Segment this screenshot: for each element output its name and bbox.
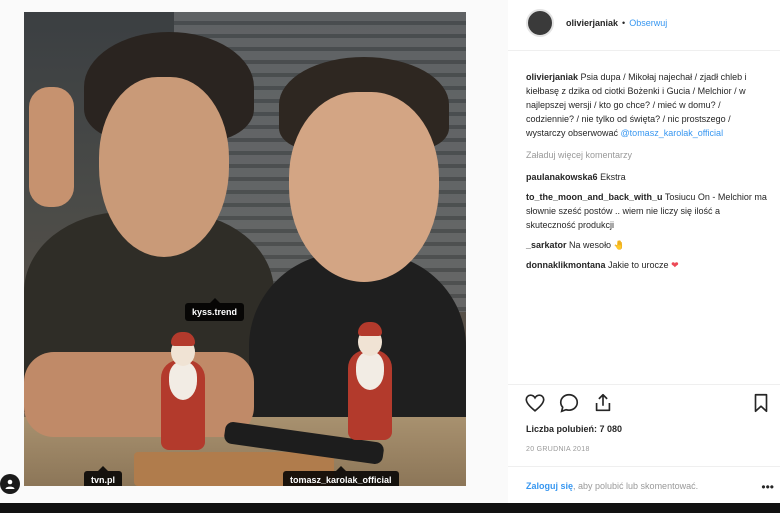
person-right-face xyxy=(289,92,439,282)
header-divider xyxy=(508,50,780,51)
header-separator: • xyxy=(622,18,626,28)
login-prompt-text: , aby polubić lub skomentować. xyxy=(573,481,699,491)
caption-username[interactable]: olivierjaniak xyxy=(526,72,578,82)
comment-text: Na wesoło xyxy=(569,240,612,250)
comments-section: olivierjaniak Psia dupa / Mikołaj najech… xyxy=(526,70,771,278)
comment-item: _sarkator Na wesoło 🤚 xyxy=(526,238,771,252)
photo-tag[interactable]: kyss.trend xyxy=(185,298,245,321)
person-left-hand xyxy=(29,87,74,207)
share-arrow-icon[interactable] xyxy=(592,392,614,414)
caption: olivierjaniak Psia dupa / Mikołaj najech… xyxy=(526,70,771,140)
header-username[interactable]: olivierjaniak xyxy=(566,18,618,28)
chocolate-santa-left xyxy=(161,332,205,450)
photo-tag[interactable]: tvn.pl xyxy=(84,466,122,486)
post-date: 20 GRUDNIA 2018 xyxy=(526,446,590,453)
bottom-bar xyxy=(0,503,780,513)
tagged-users-icon[interactable] xyxy=(0,474,20,494)
comment-item: to_the_moon_and_back_with_u Tosiucu On -… xyxy=(526,190,771,232)
follow-button[interactable]: Obserwuj xyxy=(629,18,667,28)
login-divider xyxy=(508,466,780,467)
person-left-face xyxy=(99,77,229,257)
avatar[interactable] xyxy=(526,9,554,37)
comment-text: Ekstra xyxy=(600,172,626,182)
post-side-panel: olivierjaniak • Obserwuj olivierjaniak P… xyxy=(508,0,780,513)
person-left-arm xyxy=(24,352,254,437)
like-count[interactable]: Liczba polubień: 7 080 xyxy=(526,424,622,434)
comment-username[interactable]: donnaklikmontana xyxy=(526,260,606,270)
instagram-post-frame: kyss.trend tvn.pl tomasz_karolak_officia… xyxy=(0,0,780,513)
comment-username[interactable]: to_the_moon_and_back_with_u xyxy=(526,192,663,202)
comment-emoji: ❤ xyxy=(671,260,679,270)
comment-bubble-icon[interactable] xyxy=(558,392,580,414)
comment-username[interactable]: paulanakowska6 xyxy=(526,172,598,182)
bookmark-icon[interactable] xyxy=(750,392,772,414)
actions-divider xyxy=(508,384,780,385)
heart-outline-icon[interactable] xyxy=(524,392,546,414)
login-prompt: Zaloguj się, aby polubić lub skomentować… xyxy=(526,481,698,491)
photo-tag[interactable]: tomasz_karolak_official xyxy=(283,466,399,486)
comment-text: Jakie to urocze xyxy=(608,260,669,270)
comment-emoji: 🤚 xyxy=(613,240,625,250)
comment-username[interactable]: _sarkator xyxy=(526,240,567,250)
comment-item: donnaklikmontana Jakie to urocze ❤ xyxy=(526,258,771,272)
more-options-icon[interactable]: ••• xyxy=(761,480,774,494)
load-more-comments[interactable]: Załaduj więcej komentarzy xyxy=(526,148,771,162)
chocolate-santa-right xyxy=(348,322,392,440)
login-link[interactable]: Zaloguj się xyxy=(526,481,573,491)
post-header: olivierjaniak • Obserwuj xyxy=(526,8,667,38)
comment-item: paulanakowska6 Ekstra xyxy=(526,170,771,184)
post-photo[interactable]: kyss.trend tvn.pl tomasz_karolak_officia… xyxy=(24,12,466,486)
post-actions xyxy=(524,392,772,416)
caption-mention[interactable]: @tomasz_karolak_official xyxy=(621,128,724,138)
